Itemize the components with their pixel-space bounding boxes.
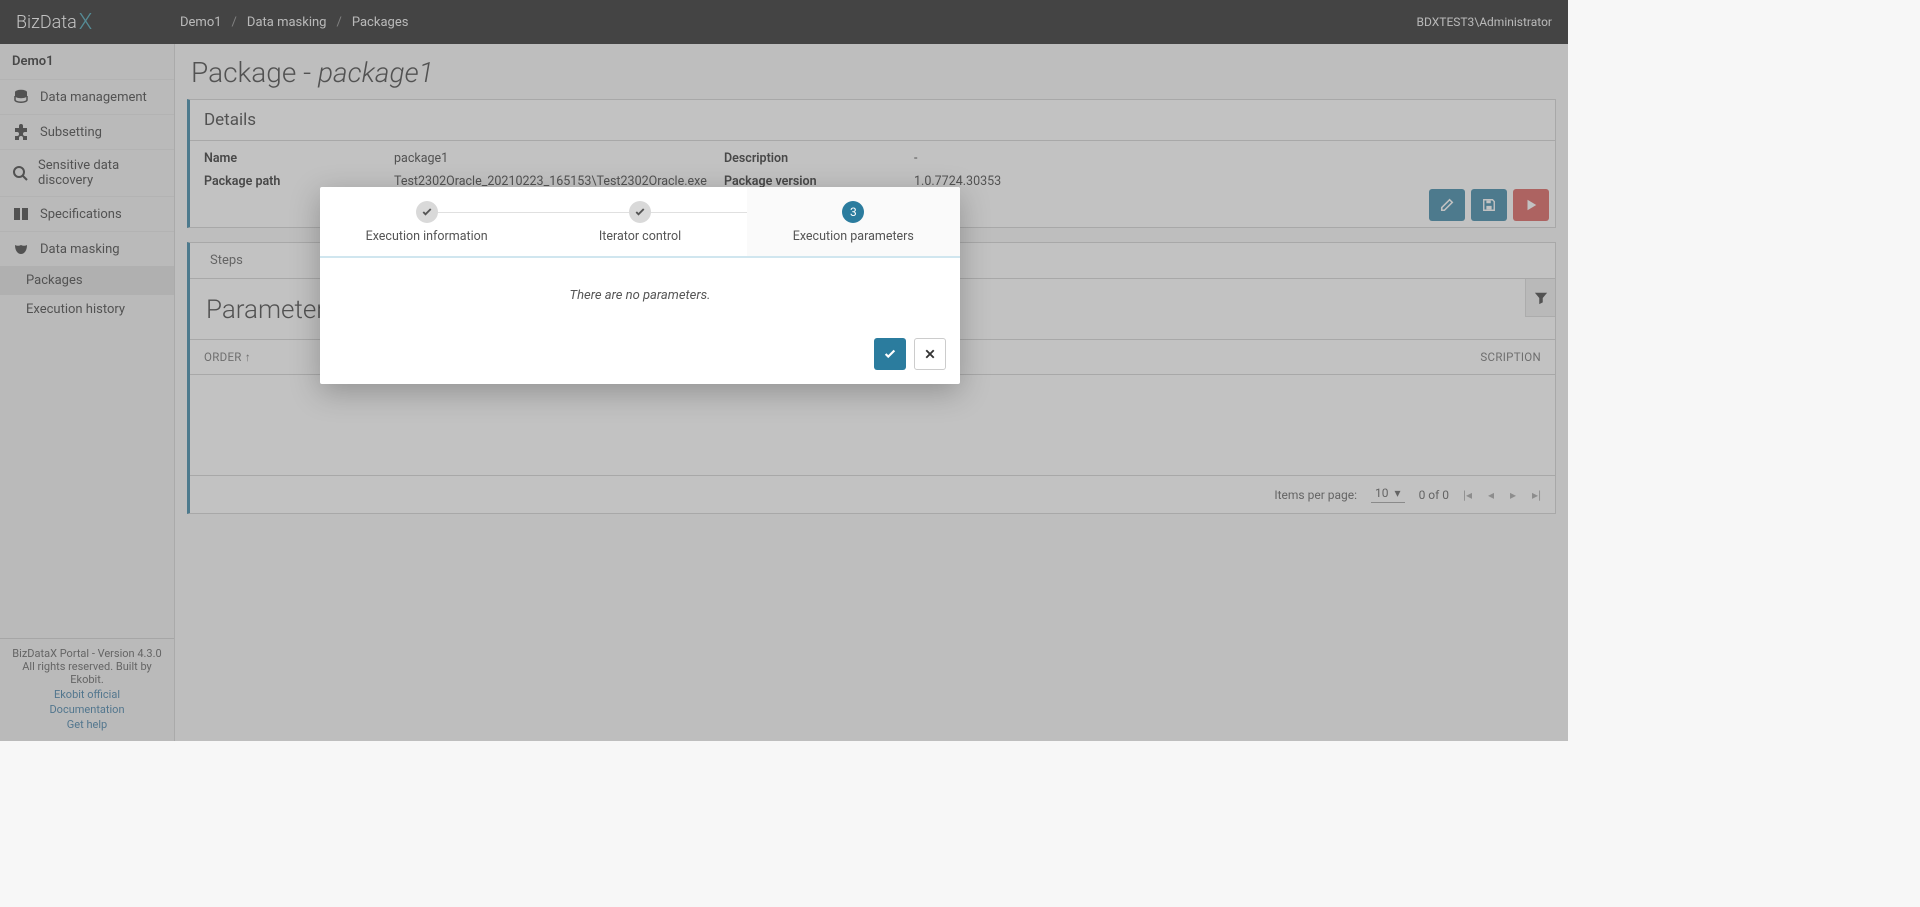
cancel-button[interactable]: [914, 338, 946, 370]
wizard-step-label: Execution parameters: [757, 229, 950, 244]
modal-body-text: There are no parameters.: [320, 258, 960, 328]
close-icon: [924, 348, 936, 360]
wizard-step-badge: 3: [842, 201, 864, 223]
check-icon: [421, 206, 433, 218]
wizard-step-label: Iterator control: [543, 229, 736, 244]
wizard-step-3[interactable]: 3 Execution parameters: [747, 187, 960, 256]
wizard-step-2[interactable]: Iterator control: [533, 187, 746, 256]
wizard-step-label: Execution information: [330, 229, 523, 244]
wizard-step-badge: [629, 201, 651, 223]
check-icon: [883, 347, 897, 361]
confirm-button[interactable]: [874, 338, 906, 370]
wizard-step-badge: [416, 201, 438, 223]
execution-wizard-modal: Execution information Iterator control 3…: [320, 187, 960, 384]
check-icon: [634, 206, 646, 218]
wizard-step-1[interactable]: Execution information: [320, 187, 533, 256]
